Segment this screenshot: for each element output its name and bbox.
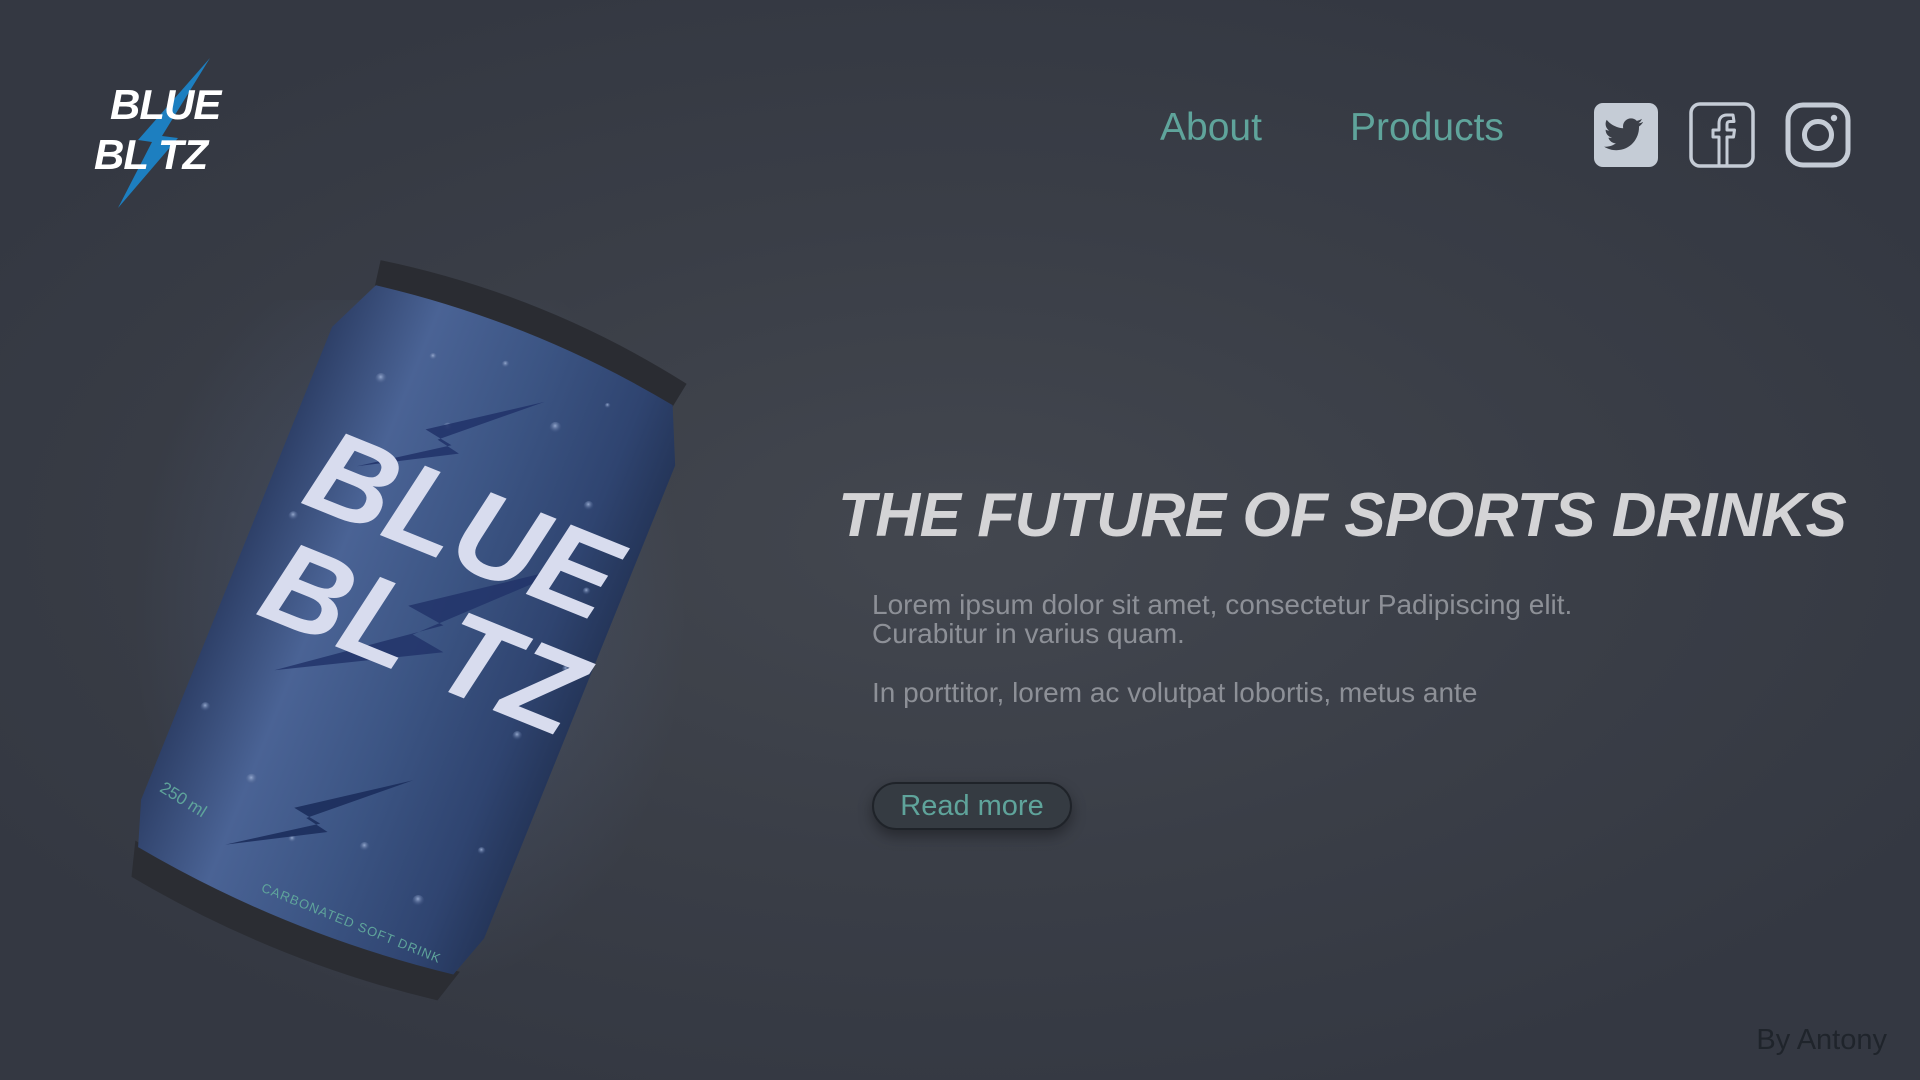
twitter-icon[interactable] [1593, 102, 1659, 168]
instagram-icon[interactable] [1785, 102, 1851, 168]
logo-text-line2: BL TZ [94, 131, 208, 178]
product-can-image: BLUE BL TZ 250 ml CARBONATED SOFT DRINK [110, 238, 740, 1018]
logo-text-line1: BLUE [110, 81, 221, 128]
facebook-icon[interactable] [1689, 102, 1755, 168]
nav-link-about[interactable]: About [1160, 106, 1262, 150]
brand-logo[interactable]: BLUE BL TZ [92, 58, 222, 208]
hero-headline: THE FUTURE OF SPORTS DRINKS [838, 481, 1847, 550]
hero-paragraph-2: In porttitor, lorem ac volutpat lobortis… [872, 677, 1478, 708]
read-more-button[interactable]: Read more [872, 782, 1072, 830]
nav-link-products[interactable]: Products [1350, 106, 1504, 150]
author-byline: By Antony [1756, 1024, 1887, 1056]
hero-paragraph-1: Lorem ipsum dolor sit amet, consectetur … [872, 589, 1573, 649]
